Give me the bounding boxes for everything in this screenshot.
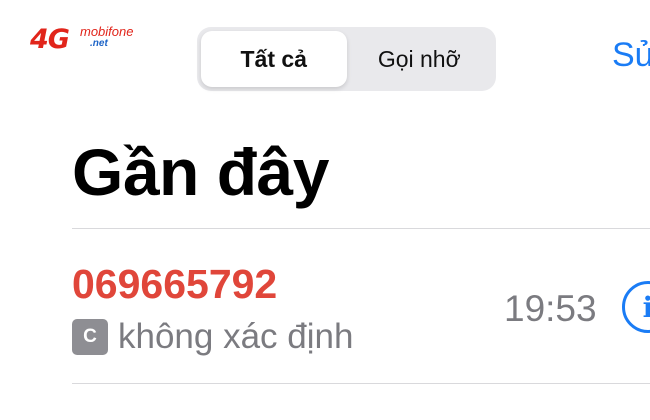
caller-number: 069665792 — [72, 261, 278, 307]
call-subtitle: C không xác định — [72, 315, 353, 359]
recents-filter-segmented-control: Tất cả Gọi nhỡ — [197, 27, 496, 91]
caller-label: không xác định — [118, 317, 354, 356]
list-divider — [72, 383, 650, 384]
info-icon[interactable]: i — [622, 281, 650, 333]
carrier-brand-suffix: .net — [90, 38, 108, 49]
call-type-badge: C — [72, 319, 108, 355]
carrier-logo: 4G mobifone .net — [30, 22, 145, 58]
carrier-network-type: 4G — [30, 24, 70, 55]
recent-call-row[interactable]: 069665792 C không xác định 19:53 i — [72, 229, 650, 383]
carrier-brand-name: mobifone — [80, 24, 134, 39]
call-time: 19:53 — [504, 288, 597, 329]
tab-missed[interactable]: Gọi nhỡ — [347, 31, 493, 87]
page-title: Gần đây — [72, 135, 329, 209]
tab-all[interactable]: Tất cả — [201, 31, 347, 87]
edit-button[interactable]: Sửa — [612, 33, 650, 77]
